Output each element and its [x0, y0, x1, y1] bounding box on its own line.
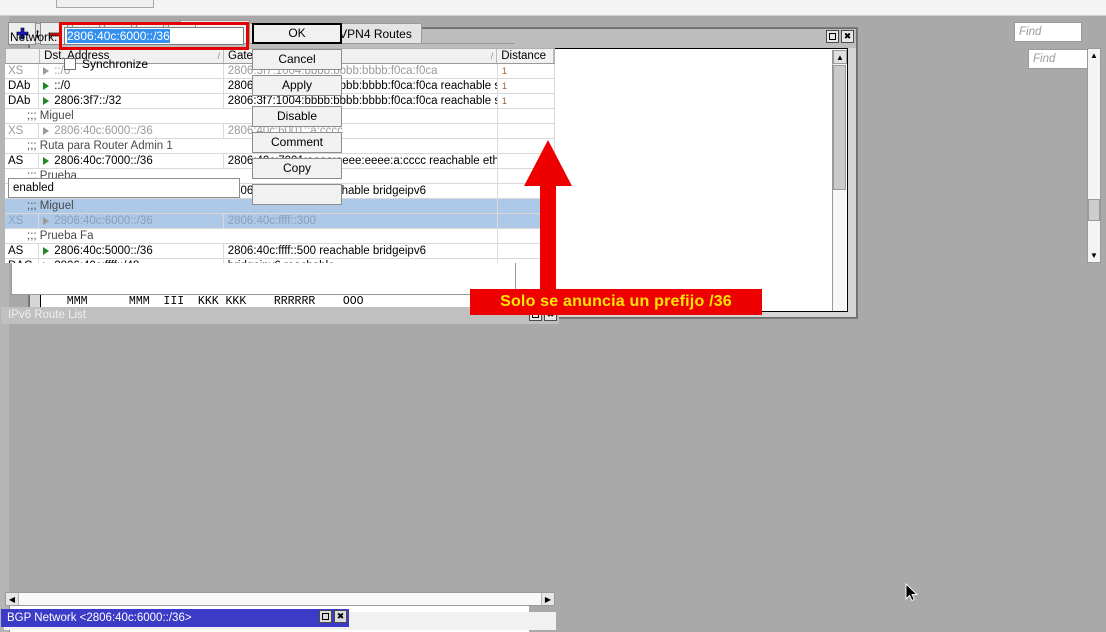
column-header-distance[interactable]: Distance — [497, 49, 554, 63]
route-list-vertical-scrollbar[interactable]: ▲ ▼ — [1087, 48, 1101, 263]
route-list-title: IPv6 Route List — [8, 309, 86, 321]
apply-button[interactable]: Apply — [252, 75, 342, 96]
dialog-body: Network: 2806:40c:6000::/36 Synchronize … — [0, 18, 348, 206]
scroll-up-icon[interactable]: ▲ — [1088, 49, 1100, 62]
route-row[interactable]: AS 2806:40c:5000::/36 2806:40c:ffff::500 r… — [5, 244, 555, 259]
terminal-window-controls: ✖ — [826, 30, 854, 43]
cancel-button[interactable]: Cancel — [252, 49, 342, 70]
status-field: enabled — [8, 178, 240, 198]
ok-button[interactable]: OK — [252, 23, 342, 44]
remove-button[interactable] — [252, 184, 342, 205]
maximize-icon[interactable] — [319, 610, 332, 623]
scroll-down-icon[interactable]: ▼ — [1088, 249, 1100, 262]
cell-distance: 1 — [498, 64, 555, 78]
mouse-cursor-icon — [905, 583, 919, 603]
cell-distance: 1 — [498, 94, 555, 108]
cell-gateway: 2806:40c:ffff::300 — [224, 214, 498, 228]
route-active-triangle-icon — [43, 262, 49, 263]
close-icon[interactable]: ✖ — [334, 610, 347, 623]
network-input-value: 2806:40c:6000::/36 — [67, 29, 170, 43]
cell-dst-address: 2806:40c:5000::/36 — [39, 244, 224, 258]
cell-distance — [498, 124, 555, 138]
cell-flags: DAC — [5, 259, 39, 263]
scrollbar-thumb[interactable] — [1088, 199, 1100, 221]
dst-address-text: 2806:40c:5000::/36 — [54, 245, 152, 257]
dialog-title-bar[interactable]: BGP Network <2806:40c:6000::/36> ✖ — [1, 609, 349, 627]
dialog-button-column: OK Cancel Apply Disable Comment Copy — [252, 23, 342, 210]
sort-ascending-icon: / — [491, 49, 494, 64]
network-input[interactable]: 2806:40c:6000::/36 — [64, 27, 244, 45]
route-row[interactable]: DAC 2806:40c:ffff::/48 bridgeipv6 reachabl… — [5, 259, 555, 263]
route-list-horizontal-scrollbar[interactable]: ◀ ▶ — [5, 592, 555, 606]
cell-gateway: bridgeipv6 reachable — [224, 259, 498, 263]
synchronize-label: Synchronize — [82, 57, 148, 71]
cell-dst-address: 2806:40c:ffff::/48 — [39, 259, 224, 263]
scrollbar-thumb-horizontal[interactable] — [19, 593, 541, 605]
synchronize-row[interactable]: Synchronize — [64, 57, 148, 71]
cell-dst-address: 2806:40c:6000::/36 — [39, 214, 224, 228]
comment-button[interactable]: Comment — [252, 132, 342, 153]
network-label: Network: — [10, 30, 57, 44]
close-icon[interactable]: ✖ — [841, 30, 854, 43]
dialog-title: BGP Network <2806:40c:6000::/36> — [7, 612, 192, 624]
annotation-arrow-icon — [520, 140, 576, 295]
copy-button[interactable]: Copy — [252, 158, 342, 179]
route-active-triangle-icon — [43, 247, 49, 255]
scrollbar-thumb[interactable] — [833, 65, 846, 190]
cell-distance: 1 — [498, 79, 555, 93]
scroll-up-icon[interactable]: ▲ — [833, 50, 847, 64]
desktop-top-strip — [0, 0, 1106, 16]
cell-gateway: 2806:40c:ffff::500 reachable bridgeipv6 — [224, 244, 498, 258]
disable-button[interactable]: Disable — [252, 106, 342, 127]
scroll-left-icon[interactable]: ◀ — [6, 593, 19, 605]
scroll-right-icon[interactable]: ▶ — [541, 593, 554, 605]
cell-flags: AS — [5, 244, 39, 258]
cell-distance — [498, 109, 555, 123]
route-list-find-input[interactable]: Find — [1014, 22, 1082, 42]
route-row[interactable]: XS 2806:40c:6000::/36 2806:40c:ffff::300 — [5, 214, 555, 229]
dst-address-text: 2806:40c:ffff::/48 — [54, 260, 139, 263]
route-comment-text: ;;; Prueba Fa — [5, 229, 498, 243]
screen: Terminal <1> ✖ MMM MMM KKK MMMM MMMM KKK… — [0, 0, 1106, 632]
background-button — [56, 0, 154, 8]
annotation-banner: Solo se anuncia un prefijo /36 — [470, 289, 762, 315]
synchronize-checkbox[interactable] — [64, 58, 76, 70]
route-active-triangle-icon — [43, 217, 49, 225]
maximize-icon[interactable] — [826, 30, 839, 43]
bgp-find-input[interactable]: Find — [1028, 49, 1096, 69]
route-comment-row[interactable]: ;;; Prueba Fa — [5, 229, 555, 244]
cell-flags: XS — [5, 214, 39, 228]
dst-address-text: 2806:40c:6000::/36 — [54, 215, 152, 227]
dialog-window-controls: ✖ — [319, 610, 347, 623]
terminal-scrollbar[interactable]: ▲ — [832, 50, 846, 312]
